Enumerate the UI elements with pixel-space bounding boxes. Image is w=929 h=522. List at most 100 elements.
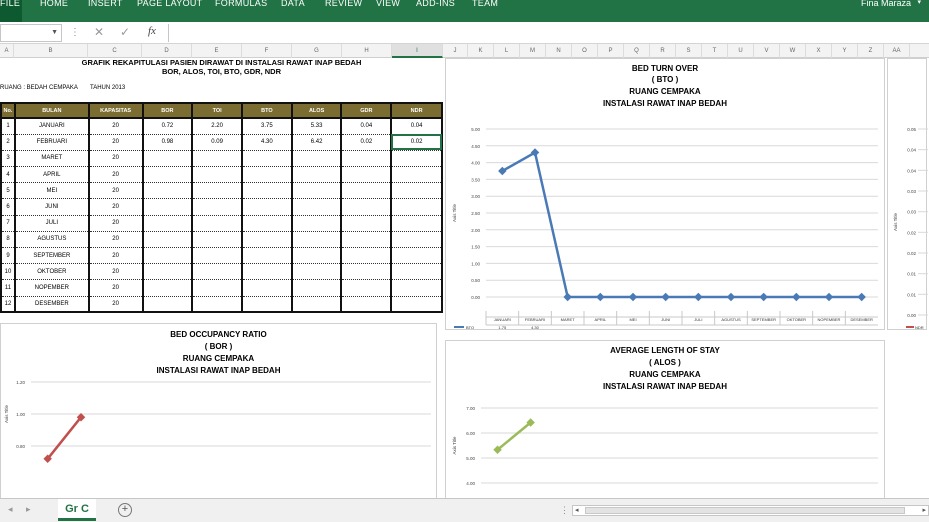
cell-bto[interactable]: [241, 279, 293, 297]
cell-bto[interactable]: [241, 215, 293, 232]
cell-bulan[interactable]: SEPTEMBER: [13, 247, 90, 265]
column-header-l[interactable]: L: [494, 44, 520, 58]
cell-bulan[interactable]: DESEMBER: [13, 296, 90, 314]
column-header-k[interactable]: K: [468, 44, 494, 58]
column-header-u[interactable]: U: [728, 44, 754, 58]
cell-alos[interactable]: [290, 150, 343, 168]
cell-kapasitas[interactable]: 20: [87, 215, 144, 232]
ribbon-tab-formulas[interactable]: FORMULAS: [215, 0, 267, 22]
cell-alos[interactable]: [290, 247, 343, 265]
cell-toi[interactable]: [191, 198, 243, 216]
cell-ndr[interactable]: [390, 215, 443, 232]
cell-gdr[interactable]: 0.02: [340, 134, 393, 151]
column-header-i[interactable]: I: [392, 44, 443, 58]
cell-gdr[interactable]: [340, 166, 393, 184]
ribbon-tab-review[interactable]: REVIEW: [325, 0, 362, 22]
cell-kapasitas[interactable]: 20: [87, 247, 144, 265]
cell-no[interactable]: 2: [0, 134, 16, 151]
column-header-f[interactable]: F: [242, 44, 292, 58]
ribbon-tab-page-layout[interactable]: PAGE LAYOUT: [137, 0, 202, 22]
cell-ndr[interactable]: [390, 279, 443, 297]
cell-ndr[interactable]: [390, 296, 443, 314]
insert-function-icon[interactable]: fx: [148, 25, 156, 37]
cell-alos[interactable]: [290, 166, 343, 184]
enter-check-icon[interactable]: ✓: [120, 25, 130, 39]
cell-toi[interactable]: [191, 150, 243, 168]
column-header-a[interactable]: A: [0, 44, 14, 58]
cell-toi[interactable]: [191, 215, 243, 232]
cell-gdr[interactable]: 0.04: [340, 118, 393, 135]
name-box[interactable]: ▼: [0, 24, 62, 42]
cell-bto[interactable]: [241, 182, 293, 200]
cell-ndr[interactable]: [390, 231, 443, 249]
cell-bulan[interactable]: JUNI: [13, 198, 90, 216]
cell-kapasitas[interactable]: 20: [87, 118, 144, 135]
cell-ndr[interactable]: [390, 182, 443, 200]
column-header-c[interactable]: C: [88, 44, 142, 58]
add-sheet-icon[interactable]: +: [118, 503, 132, 517]
bor-chart[interactable]: BED OCCUPANCY RATIO ( BOR ) RUANG CEMPAK…: [0, 323, 437, 503]
cell-alos[interactable]: [290, 198, 343, 216]
more-options-icon[interactable]: ⋮: [560, 505, 569, 516]
chevron-down-icon[interactable]: ▾: [917, 0, 921, 6]
column-header-s[interactable]: S: [676, 44, 702, 58]
scroll-right-icon[interactable]: ▸: [26, 504, 31, 515]
cell-no[interactable]: 1: [0, 118, 16, 135]
column-header-d[interactable]: D: [142, 44, 192, 58]
cell-ndr[interactable]: [390, 247, 443, 265]
cell-bulan[interactable]: AGUSTUS: [13, 231, 90, 249]
alos-chart[interactable]: AVERAGE LENGTH OF STAY ( ALOS ) RUANG CE…: [445, 340, 885, 500]
cell-no[interactable]: 6: [0, 198, 16, 216]
cell-bor[interactable]: 0.72: [141, 118, 194, 135]
cell-ndr[interactable]: [390, 263, 443, 281]
cell-bulan[interactable]: MEI: [13, 182, 90, 200]
cell-bulan[interactable]: JANUARI: [13, 118, 90, 135]
cell-toi[interactable]: 2.20: [191, 118, 243, 135]
cell-toi[interactable]: [191, 247, 243, 265]
cell-bto[interactable]: [241, 263, 293, 281]
cell-alos[interactable]: 5.33: [290, 118, 343, 135]
bto-chart[interactable]: BED TURN OVER ( BTO ) RUANG CEMPAKA INST…: [445, 58, 885, 330]
cell-bulan[interactable]: APRIL: [13, 166, 90, 184]
column-header-m[interactable]: M: [520, 44, 546, 58]
cell-ndr[interactable]: [390, 150, 443, 168]
cell-gdr[interactable]: [340, 247, 393, 265]
chevron-down-icon[interactable]: ▼: [51, 25, 58, 41]
cell-bto[interactable]: [241, 150, 293, 168]
cell-bor[interactable]: 0.98: [141, 134, 194, 151]
scroll-left-arrow-icon[interactable]: ◂: [575, 506, 579, 514]
ndr-chart[interactable]: 0.00 0.01 0.01 0.02 0.02 0.03 0.03 0.04 0.04 0.05…: [887, 58, 928, 330]
column-header-n[interactable]: N: [546, 44, 572, 58]
cell-bor[interactable]: [141, 296, 194, 314]
cell-gdr[interactable]: [340, 215, 393, 232]
column-header-p[interactable]: P: [598, 44, 624, 58]
cell-bto[interactable]: 4.30: [241, 134, 293, 151]
cell-alos[interactable]: [290, 215, 343, 232]
sheet-tab-active[interactable]: Gr C: [58, 499, 96, 521]
column-header-z[interactable]: Z: [858, 44, 884, 58]
column-header-j[interactable]: J: [443, 44, 468, 58]
cell-toi[interactable]: [191, 182, 243, 200]
cell-alos[interactable]: [290, 263, 343, 281]
column-header-h[interactable]: H: [342, 44, 392, 58]
cell-bulan[interactable]: MARET: [13, 150, 90, 168]
cell-toi[interactable]: [191, 231, 243, 249]
scroll-right-arrow-icon[interactable]: ▸: [922, 506, 926, 514]
cell-bto[interactable]: [241, 296, 293, 314]
cell-gdr[interactable]: [340, 198, 393, 216]
scrollbar-thumb[interactable]: [585, 507, 905, 514]
cell-bor[interactable]: [141, 231, 194, 249]
cell-no[interactable]: 8: [0, 231, 16, 249]
ribbon-tab-home[interactable]: HOME: [40, 0, 68, 22]
cell-kapasitas[interactable]: 20: [87, 134, 144, 151]
cell-bor[interactable]: [141, 166, 194, 184]
cell-bto[interactable]: [241, 198, 293, 216]
cell-ndr[interactable]: [390, 198, 443, 216]
column-header-g[interactable]: G: [292, 44, 342, 58]
cell-kapasitas[interactable]: 20: [87, 198, 144, 216]
cell-no[interactable]: 5: [0, 182, 16, 200]
column-header-aa[interactable]: AA: [884, 44, 910, 58]
ribbon-tab-insert[interactable]: INSERT: [88, 0, 123, 22]
cell-ndr[interactable]: 0.04: [390, 118, 443, 135]
cell-kapasitas[interactable]: 20: [87, 182, 144, 200]
